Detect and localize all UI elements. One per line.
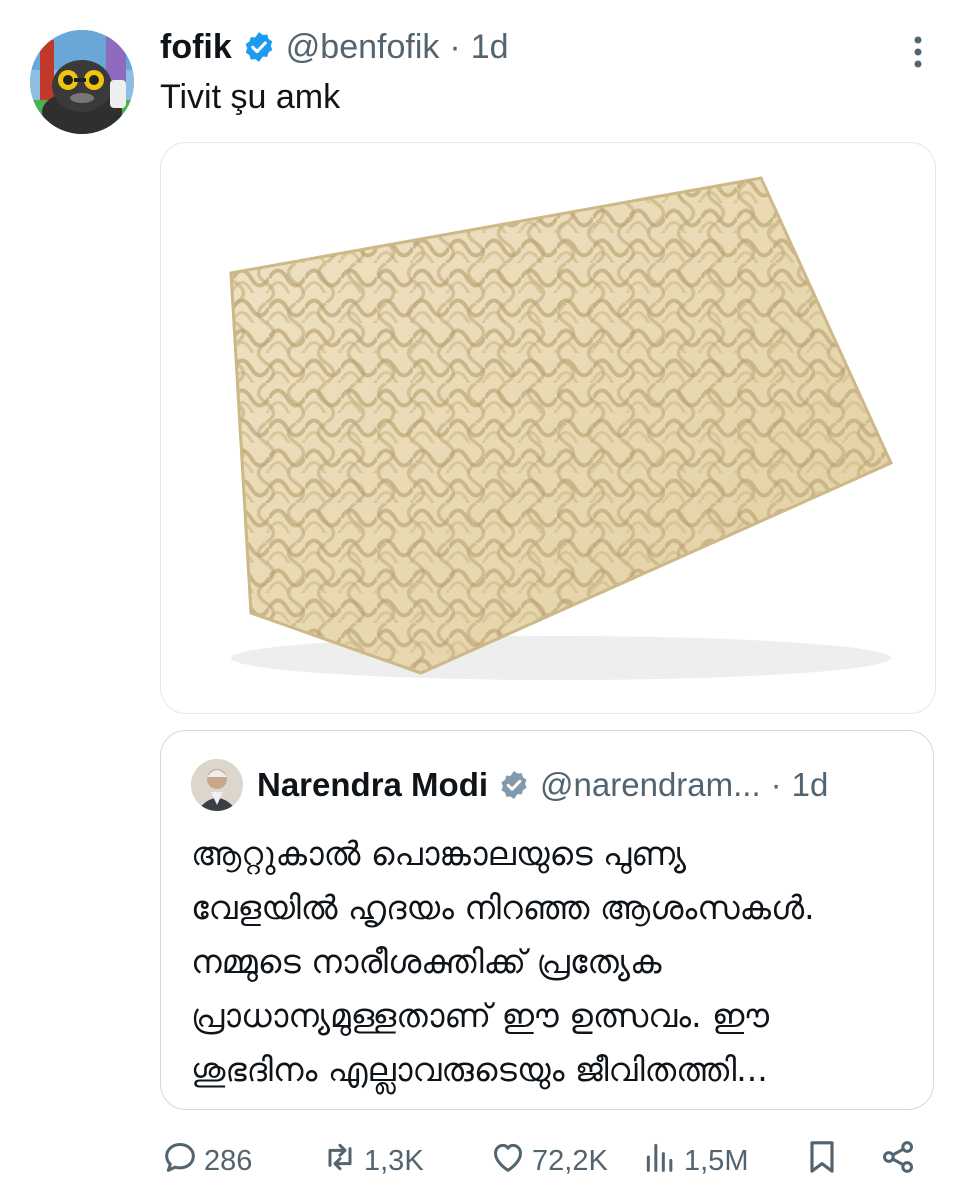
quoted-text-line: നമ്മുടെ നാരീശക്തിക്ക് പ്രത്യേക <box>191 942 662 981</box>
verified-icon <box>498 769 530 801</box>
quoted-author-name: Narendra Modi <box>257 766 489 803</box>
repost-count: 1,3K <box>364 1144 424 1177</box>
reply-button[interactable]: 286 <box>160 1136 252 1186</box>
verified-icon <box>242 30 276 64</box>
tweet-time[interactable]: 1d <box>471 28 509 67</box>
quoted-text-line: പ്രാധാന്യമുള്ളതാണ് ഈ ഉത്സവം. ഈ <box>191 996 770 1035</box>
author-handle[interactable]: @benfofik <box>286 28 440 67</box>
reply-count: 286 <box>204 1144 253 1177</box>
author-avatar[interactable] <box>30 30 134 134</box>
separator-dot: · <box>770 766 782 803</box>
quoted-tweet-header: Narendra Modi @narendram... · 1d <box>257 759 828 811</box>
quoted-tweet-time: 1d <box>791 766 829 803</box>
repost-button[interactable]: 1,3K <box>320 1136 424 1186</box>
quoted-text-line: ശുഭദിനം എല്ലാവരുടെയും ജീവിതത്തി... <box>191 1050 768 1089</box>
quoted-tweet[interactable]: Narendra Modi @narendram... · 1d ആറ്റുകാ… <box>160 730 934 1110</box>
separator-dot: · <box>449 27 461 66</box>
author-name[interactable]: fofik <box>160 28 232 67</box>
quoted-author-avatar[interactable] <box>191 759 243 811</box>
bookmark-icon <box>802 1137 842 1185</box>
like-icon <box>488 1137 528 1185</box>
like-button[interactable]: 72,2K <box>488 1136 608 1186</box>
share-icon <box>878 1137 918 1185</box>
reply-icon <box>160 1137 200 1185</box>
tweet-image[interactable] <box>160 142 936 714</box>
views-icon <box>640 1137 680 1185</box>
quoted-text-line: വേളയിൽ ഹൃദയം നിറഞ്ഞ ആശംസകൾ. <box>191 888 815 927</box>
views-button[interactable]: 1,5M <box>640 1136 748 1186</box>
views-count: 1,5M <box>684 1144 749 1177</box>
more-icon[interactable] <box>912 34 924 70</box>
share-button[interactable] <box>878 1136 918 1186</box>
tweet-text: Tivit şu amk <box>160 78 341 116</box>
quoted-text-line: ആറ്റുകാൽ പൊങ്കാലയുടെ പുണ്യ <box>191 834 687 873</box>
action-bar: 286 1,3K 72,2K 1,5M <box>160 1136 934 1186</box>
repost-icon <box>320 1137 360 1185</box>
quoted-tweet-text: ആറ്റുകാൽ പൊങ്കാലയുടെ പുണ്യ വേളയിൽ ഹൃദയം … <box>191 827 911 1097</box>
quoted-author-handle: @narendram... <box>540 766 761 803</box>
like-count: 72,2K <box>532 1144 608 1177</box>
bookmark-button[interactable] <box>802 1136 842 1186</box>
tweet-header: fofik @benfofik · 1d <box>160 22 509 72</box>
